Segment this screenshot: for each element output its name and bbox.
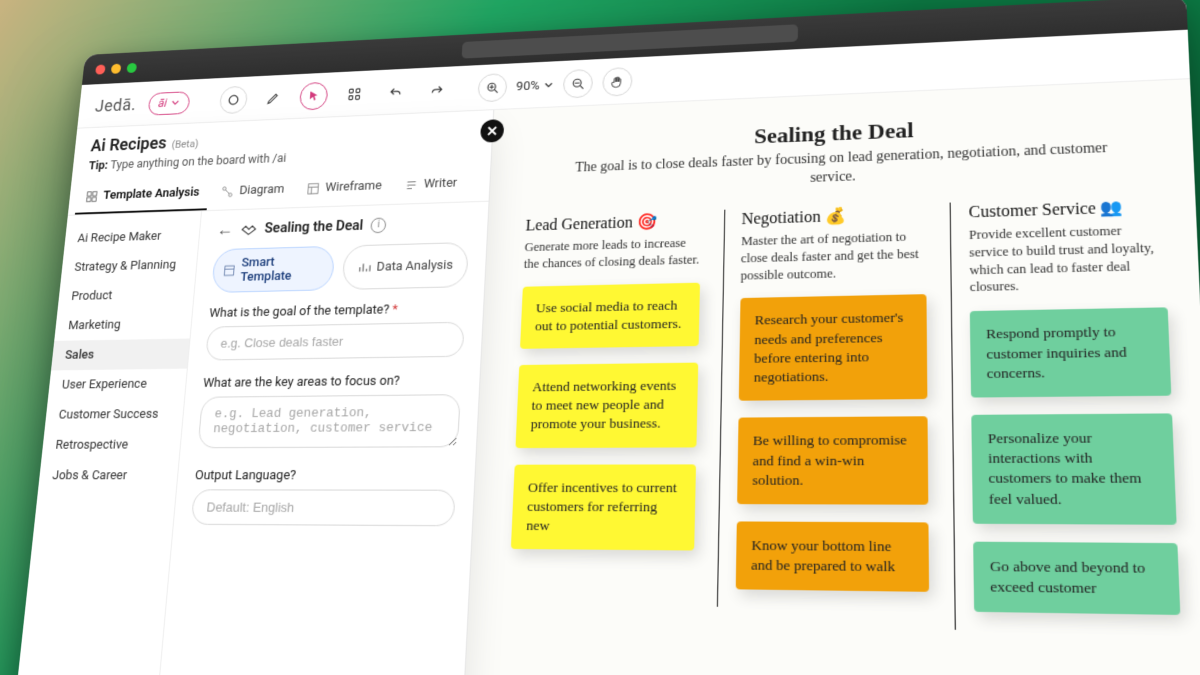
back-button[interactable]: ← bbox=[216, 220, 234, 240]
column-description: Generate more leads to increase the chan… bbox=[524, 234, 701, 272]
column-negotiation: Negotiation 💰 Master the art of negotiat… bbox=[716, 203, 929, 610]
pen-icon bbox=[265, 90, 281, 105]
sticky-note[interactable]: Use social media to reach out to potenti… bbox=[520, 282, 700, 349]
category-retrospective[interactable]: Retrospective bbox=[41, 429, 181, 460]
grid-icon bbox=[346, 87, 362, 102]
redo-button[interactable] bbox=[422, 76, 452, 105]
panel-tip-label: Tip: bbox=[88, 159, 108, 173]
zoom-in-button[interactable] bbox=[477, 73, 507, 102]
redo-icon bbox=[429, 83, 445, 99]
sticky-note[interactable]: Be willing to compromise and find a win-… bbox=[737, 417, 929, 505]
sticky-note[interactable]: Respond promptly to customer inquiries a… bbox=[970, 308, 1171, 398]
zoom-controls: 90% bbox=[477, 67, 633, 103]
handshake-icon bbox=[240, 220, 258, 238]
sticky-note[interactable]: Attend networking events to meet new peo… bbox=[515, 363, 697, 448]
mode-segmented: Smart Template Data Analysis bbox=[211, 242, 469, 293]
tab-label: Template Analysis bbox=[103, 185, 200, 202]
category-user-experience[interactable]: User Experience bbox=[48, 369, 187, 401]
diagram-icon bbox=[221, 185, 235, 198]
board-columns: Lead Generation 🎯 Generate more leads to… bbox=[507, 196, 1181, 634]
board-canvas[interactable]: Sealing the Deal The goal is to close de… bbox=[461, 79, 1200, 675]
chart-icon bbox=[357, 260, 371, 274]
category-customer-success[interactable]: Customer Success bbox=[45, 399, 185, 430]
seg-smart-template[interactable]: Smart Template bbox=[211, 246, 335, 293]
category-product[interactable]: Product bbox=[57, 279, 195, 311]
seg-data-analysis[interactable]: Data Analysis bbox=[342, 242, 469, 290]
sticky-note[interactable]: Research your customer's needs and prefe… bbox=[738, 295, 927, 401]
focus-areas-input[interactable] bbox=[198, 394, 461, 448]
pointer-tool-button[interactable] bbox=[299, 82, 329, 111]
seg-label: Smart Template bbox=[240, 254, 324, 285]
tab-label: Diagram bbox=[239, 182, 285, 198]
brand-logo[interactable]: Jedā. bbox=[94, 95, 137, 116]
zoom-out-icon bbox=[570, 76, 586, 92]
column-header: Customer Service 👥 bbox=[969, 196, 1164, 223]
pen-tool-button[interactable] bbox=[258, 84, 288, 113]
minimize-window-button[interactable] bbox=[111, 63, 122, 73]
close-window-button[interactable] bbox=[95, 64, 106, 74]
column-description: Master the art of negotiation to close d… bbox=[740, 228, 926, 285]
column-lead-generation: Lead Generation 🎯 Generate more leads to… bbox=[510, 210, 701, 568]
category-jobs-career[interactable]: Jobs & Career bbox=[38, 460, 179, 491]
template-icon bbox=[223, 264, 236, 278]
tab-label: Writer bbox=[423, 176, 457, 192]
maximize-window-button[interactable] bbox=[127, 62, 138, 72]
recipe-form: ← Sealing the Deal i Smart Template Data… bbox=[155, 202, 488, 675]
cursor-icon bbox=[305, 88, 321, 103]
sticky-note[interactable]: Go above and beyond to exceed customer bbox=[974, 541, 1181, 615]
category-strategy-planning[interactable]: Strategy & Planning bbox=[61, 250, 198, 283]
tab-writer[interactable]: Writer bbox=[394, 168, 468, 204]
panel-tip-text: Type anything on the board with /ai bbox=[110, 152, 287, 173]
column-header: Lead Generation 🎯 bbox=[525, 210, 701, 235]
tab-wireframe[interactable]: Wireframe bbox=[296, 171, 392, 207]
info-icon[interactable]: i bbox=[370, 217, 386, 233]
writer-icon bbox=[404, 178, 418, 192]
column-customer-service: Customer Service 👥 Provide excellent cus… bbox=[950, 196, 1181, 634]
sticky-note[interactable]: Offer incentives to current customers fo… bbox=[511, 464, 696, 551]
circle-icon bbox=[225, 92, 241, 107]
zoom-level[interactable]: 90% bbox=[516, 78, 554, 94]
column-header: Negotiation 💰 bbox=[741, 203, 926, 229]
sticky-note[interactable]: Personalize your interactions with custo… bbox=[972, 413, 1177, 524]
recipe-title: Sealing the Deal bbox=[264, 217, 364, 236]
chevron-down-icon bbox=[170, 98, 180, 107]
ai-mode-pill[interactable]: āi bbox=[147, 91, 190, 115]
window-controls bbox=[95, 62, 137, 74]
zoom-value: 90% bbox=[516, 78, 540, 93]
panel-title-text: Ai Recipes bbox=[90, 134, 167, 156]
grid-icon bbox=[85, 190, 99, 203]
category-marketing[interactable]: Marketing bbox=[54, 309, 192, 341]
goal-input[interactable] bbox=[205, 322, 464, 361]
undo-button[interactable] bbox=[380, 78, 410, 107]
close-icon bbox=[486, 125, 498, 137]
pan-tool-button[interactable] bbox=[602, 67, 633, 97]
undo-icon bbox=[387, 85, 403, 101]
column-description: Provide excellent customer service to bu… bbox=[969, 221, 1167, 297]
tab-label: Wireframe bbox=[325, 179, 382, 195]
hand-icon bbox=[609, 74, 625, 90]
seg-label: Data Analysis bbox=[376, 258, 453, 275]
ai-mode-label: āi bbox=[157, 96, 167, 110]
q2-label: What are the key areas to focus on? bbox=[203, 373, 462, 391]
category-sales[interactable]: Sales bbox=[51, 339, 190, 371]
shape-tool-button[interactable] bbox=[218, 86, 247, 115]
q3-label: Output Language? bbox=[194, 468, 456, 484]
category-ai-recipe-maker[interactable]: Ai Recipe Maker bbox=[64, 221, 201, 254]
zoom-out-button[interactable] bbox=[562, 69, 593, 99]
app-window: Jedā. āi 90% bbox=[10, 0, 1200, 675]
components-button[interactable] bbox=[339, 80, 369, 109]
sticky-note[interactable]: Know your bottom line and be prepared to… bbox=[735, 521, 929, 592]
ai-recipes-panel: Ai Recipes (Beta) Tip: Type anything on … bbox=[10, 110, 494, 675]
wireframe-icon bbox=[306, 181, 320, 195]
zoom-in-icon bbox=[484, 80, 500, 96]
q1-label: What is the goal of the template? * bbox=[209, 301, 466, 321]
tab-diagram[interactable]: Diagram bbox=[211, 174, 295, 210]
tab-template-analysis[interactable]: Template Analysis bbox=[75, 178, 210, 215]
chevron-down-icon bbox=[543, 80, 553, 90]
panel-badge: (Beta) bbox=[171, 138, 199, 151]
language-input[interactable] bbox=[191, 489, 456, 526]
recipe-breadcrumb: ← Sealing the Deal i bbox=[216, 212, 471, 240]
